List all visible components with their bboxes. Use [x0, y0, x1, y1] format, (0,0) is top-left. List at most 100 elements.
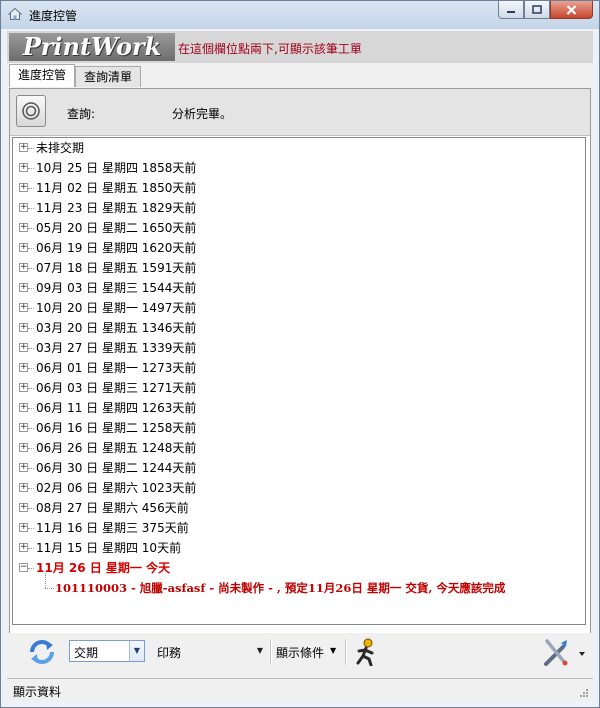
expand-icon[interactable]: + [19, 163, 28, 172]
tree-node-label: 06月 03 日 星期三 1271天前 [36, 381, 197, 395]
tree-node-label: 06月 30 日 星期二 1244天前 [36, 461, 197, 475]
tree-connector [28, 428, 34, 429]
banner-hint: 在這個欄位點兩下,可顯示該筆工單 [178, 42, 362, 56]
title-bar[interactable]: 進度控管 [1, 1, 599, 29]
expand-icon[interactable]: + [19, 343, 28, 352]
tree-node-label: 10月 20 日 星期一 1497天前 [36, 301, 197, 315]
tree-connector [28, 268, 34, 269]
collapse-icon[interactable]: − [19, 563, 28, 572]
tree-connector [28, 208, 34, 209]
tree-node-label: 11月 16 日 星期三 375天前 [36, 521, 189, 535]
expand-icon[interactable]: + [19, 203, 28, 212]
tree-connector [28, 188, 34, 189]
tree-node-label: 11月 02 日 星期五 1850天前 [36, 181, 197, 195]
main-content: PrintWork 在這個欄位點兩下,可顯示該筆工單 進度控管 查詢清單 查詢:… [7, 31, 593, 701]
printwork-logo: PrintWork [9, 33, 175, 61]
tree-node-label: 11月 15 日 星期四 10天前 [36, 541, 182, 555]
minimize-icon [507, 10, 515, 13]
tree-node-label: 06月 19 日 星期四 1620天前 [36, 241, 197, 255]
tree-connector [28, 488, 34, 489]
home-icon [8, 7, 22, 20]
work-order-item[interactable]: 101110003 - 旭臘-asfasf - 尚未製作 - , 預定11月26… [55, 578, 505, 598]
tree-node-label: 06月 01 日 星期一 1273天前 [36, 361, 197, 375]
chevron-down-icon[interactable]: ▼ [257, 646, 263, 655]
expand-icon[interactable]: + [19, 403, 28, 412]
tree-connector [28, 528, 34, 529]
tree-connector [28, 408, 34, 409]
tree-connector [28, 448, 34, 449]
tree-connector [28, 388, 34, 389]
tree-node-label: 02月 06 日 星期六 1023天前 [36, 481, 197, 495]
tree-connector [28, 148, 34, 149]
expand-icon[interactable]: + [19, 483, 28, 492]
expand-icon[interactable]: + [19, 523, 28, 532]
runner-icon[interactable] [353, 638, 379, 666]
tree-connector [28, 348, 34, 349]
tree-node-label: 07月 18 日 星期五 1591天前 [36, 261, 197, 275]
expand-icon[interactable]: + [19, 323, 28, 332]
tab-progress-control[interactable]: 進度控管 [9, 64, 75, 87]
tree-connector [28, 308, 34, 309]
refresh-icon[interactable] [25, 637, 59, 667]
chevron-down-icon[interactable]: ▼ [129, 641, 144, 661]
status-bar: 顯示資料 [7, 678, 593, 701]
tree-connector [28, 508, 34, 509]
tree-node-label: 03月 27 日 星期五 1339天前 [36, 341, 197, 355]
expand-icon[interactable]: + [19, 383, 28, 392]
expand-icon[interactable]: + [19, 303, 28, 312]
minimize-button[interactable] [498, 1, 524, 19]
schedule-tree[interactable]: + 未排交期 +10月 25 日 星期四 1858天前 +11月 02 日 星期五 1… [12, 137, 586, 625]
tree-connector [28, 248, 34, 249]
tree-connector [45, 588, 54, 589]
toolbar-separator [270, 639, 272, 665]
tools-icon[interactable] [541, 637, 587, 667]
query-bar: 查詢: 分析完畢。 [10, 89, 590, 136]
print-combo[interactable]: ▼ [189, 640, 265, 662]
tab-query-list[interactable]: 查詢清單 [75, 66, 141, 87]
tree-node-label: 11月 23 日 星期五 1829天前 [36, 201, 197, 215]
tree-connector [28, 548, 34, 549]
close-button[interactable] [550, 1, 593, 19]
banner: PrintWork 在這個欄位點兩下,可顯示該筆工單 [7, 31, 593, 63]
bottom-toolbar: 交期 ▼ 印務 ▼ 顯示條件 ▼ [7, 633, 593, 671]
app-window: 進度控管 PrintWork 在這個欄位點兩下,可顯示該筆工單 進度控管 查詢清… [0, 0, 600, 708]
expand-icon[interactable]: + [19, 543, 28, 552]
expand-icon[interactable]: + [19, 183, 28, 192]
toolbar-separator [345, 639, 347, 665]
expand-icon[interactable]: + [19, 363, 28, 372]
expand-icon[interactable]: + [19, 503, 28, 512]
sort-combo[interactable]: 交期 ▼ [69, 640, 145, 662]
tree-connector [28, 568, 34, 569]
tree-connector [28, 288, 34, 289]
sort-combo-value: 交期 [74, 646, 99, 660]
expand-icon[interactable]: + [19, 263, 28, 272]
maximize-icon [532, 5, 542, 14]
expand-icon[interactable]: + [19, 223, 28, 232]
expand-icon[interactable]: + [19, 423, 28, 432]
expand-icon[interactable]: + [19, 443, 28, 452]
expand-icon[interactable]: + [19, 463, 28, 472]
window-title: 進度控管 [29, 9, 78, 23]
close-icon [566, 4, 577, 15]
expand-icon[interactable]: + [19, 243, 28, 252]
expand-icon[interactable]: + [19, 283, 28, 292]
filter-dropdown[interactable]: 顯示條件 [276, 644, 324, 661]
tree-node-label: 09月 03 日 星期三 1544天前 [36, 281, 197, 295]
tree-node-label: 未排交期 [36, 141, 85, 155]
expand-icon[interactable]: + [19, 143, 28, 152]
tree-node-label: 03月 20 日 星期五 1346天前 [36, 321, 197, 335]
tree-node-label: 11月 26 日 星期一 今天 [36, 561, 171, 575]
tree-node-label: 06月 16 日 星期二 1258天前 [36, 421, 197, 435]
maximize-button[interactable] [524, 1, 550, 19]
query-button[interactable] [16, 95, 46, 127]
target-icon [22, 102, 40, 120]
chevron-down-icon[interactable]: ▼ [330, 646, 336, 655]
tree-node-label: 08月 27 日 星期六 456天前 [36, 501, 189, 515]
tab-panel: 查詢: 分析完畢。 + 未排交期 +10月 25 日 星期四 1858天前 +11月 … [9, 88, 591, 668]
tree-connector [28, 168, 34, 169]
tree-connector [28, 368, 34, 369]
status-text: 顯示資料 [13, 685, 62, 699]
tree-connector [28, 328, 34, 329]
tree-connector [45, 573, 46, 588]
resize-grip-icon[interactable] [579, 688, 589, 698]
